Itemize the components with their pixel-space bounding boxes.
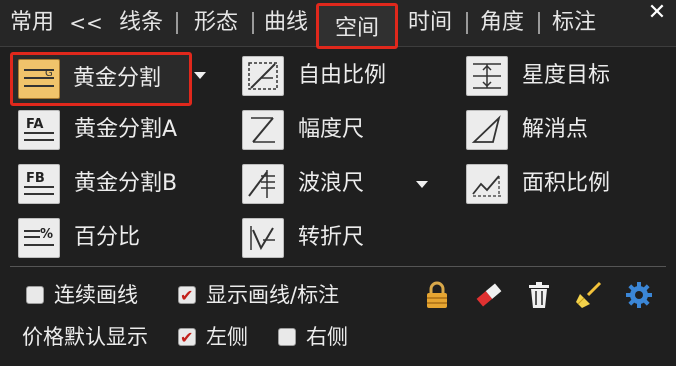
tool-label: 转折尺 — [298, 225, 365, 250]
tool-percent[interactable]: % 百分比 — [18, 218, 198, 258]
tool-free-ratio[interactable]: 自由比例 — [242, 56, 422, 96]
wave-ruler-icon — [242, 164, 284, 204]
show-draw-checkbox[interactable]: 显示画线/标注 — [178, 280, 378, 311]
checkbox-label: 右侧 — [306, 325, 348, 349]
tool-label: 百分比 — [74, 225, 141, 250]
tab-angle[interactable]: 角度 — [474, 0, 530, 46]
tool-label: 自由比例 — [298, 63, 387, 88]
svg-text:%: % — [40, 227, 53, 242]
tool-label: 黄金分割B — [74, 171, 178, 196]
gear-icon[interactable] — [624, 280, 654, 310]
tool-label: 解消点 — [522, 117, 589, 142]
price-default-label: 价格默认显示 — [22, 325, 148, 349]
tab-separator — [176, 12, 178, 34]
lock-icon[interactable] — [422, 280, 452, 310]
vanishing-point-icon — [466, 110, 508, 150]
checkbox-unchecked[interactable] — [278, 328, 296, 346]
tab-time[interactable]: 时间 — [402, 0, 458, 46]
right-side-checkbox[interactable]: 右侧 — [278, 322, 368, 352]
tab-separator — [538, 12, 540, 34]
trash-icon[interactable] — [524, 280, 554, 310]
tab-annotation[interactable]: 标注 — [546, 0, 602, 46]
tab-curves[interactable]: 曲线 — [260, 0, 312, 46]
checkbox-checked[interactable] — [178, 281, 196, 311]
tab-lines[interactable]: 线条 — [112, 0, 170, 46]
tool-wave-ruler[interactable]: 波浪尺 — [242, 164, 422, 204]
tab-space[interactable]: 空间 — [316, 3, 398, 49]
area-ratio-icon — [466, 164, 508, 204]
svg-text:FB: FB — [26, 171, 45, 186]
tool-golden-split-a[interactable]: FA 黄金分割A — [18, 110, 198, 150]
drawing-tools-panel: 常用 << 线条 形态 曲线 空间 时间 角度 标注 ✕ G 黄金分割 FA 黄… — [0, 0, 676, 366]
tool-star-target[interactable]: 星度目标 — [466, 56, 646, 96]
continuous-draw-checkbox[interactable]: 连续画线 — [26, 280, 176, 310]
star-target-icon — [466, 56, 508, 96]
tool-amplitude-ruler[interactable]: 幅度尺 — [242, 110, 422, 150]
turning-ruler-icon — [242, 218, 284, 258]
tool-area-ratio[interactable]: 面积比例 — [466, 164, 646, 204]
tool-label: 黄金分割A — [74, 117, 178, 142]
svg-text:G: G — [45, 68, 53, 79]
close-icon[interactable]: ✕ — [646, 2, 668, 24]
checkbox-unchecked[interactable] — [26, 286, 44, 304]
tool-golden-split[interactable]: G 黄金分割 — [10, 52, 192, 106]
golden-split-b-icon: FB — [18, 164, 60, 204]
tab-shapes[interactable]: 形态 — [186, 0, 246, 46]
free-ratio-icon — [242, 56, 284, 96]
golden-split-a-icon: FA — [18, 110, 60, 150]
left-side-checkbox[interactable]: 左侧 — [178, 322, 268, 353]
tab-common[interactable]: 常用 — [6, 0, 58, 46]
golden-split-icon: G — [18, 59, 60, 99]
percent-icon: % — [18, 218, 60, 258]
tool-turning-ruler[interactable]: 转折尺 — [242, 218, 422, 258]
tool-label: 黄金分割 — [73, 66, 162, 91]
checkbox-label: 显示画线/标注 — [206, 283, 340, 307]
svg-text:FA: FA — [26, 117, 43, 132]
broom-icon[interactable] — [574, 280, 604, 310]
tool-label: 波浪尺 — [298, 171, 365, 196]
tool-label: 星度目标 — [522, 63, 611, 88]
checkbox-checked[interactable] — [178, 323, 196, 353]
tab-separator — [466, 12, 468, 34]
section-divider — [10, 266, 666, 267]
tool-label: 面积比例 — [522, 171, 611, 196]
chevron-down-icon[interactable] — [416, 181, 428, 188]
tab-collapse[interactable]: << — [66, 0, 106, 46]
tool-golden-split-b[interactable]: FB 黄金分割B — [18, 164, 198, 204]
tab-bar: 常用 << 线条 形态 曲线 空间 时间 角度 标注 ✕ — [0, 0, 676, 49]
tab-separator — [252, 12, 254, 34]
tool-vanishing-point[interactable]: 解消点 — [466, 110, 646, 150]
amplitude-ruler-icon — [242, 110, 284, 150]
tool-label: 幅度尺 — [298, 117, 365, 142]
checkbox-label: 左侧 — [206, 325, 248, 349]
checkbox-label: 连续画线 — [54, 283, 138, 307]
chevron-down-icon[interactable] — [194, 72, 206, 79]
eraser-icon[interactable] — [474, 280, 504, 310]
